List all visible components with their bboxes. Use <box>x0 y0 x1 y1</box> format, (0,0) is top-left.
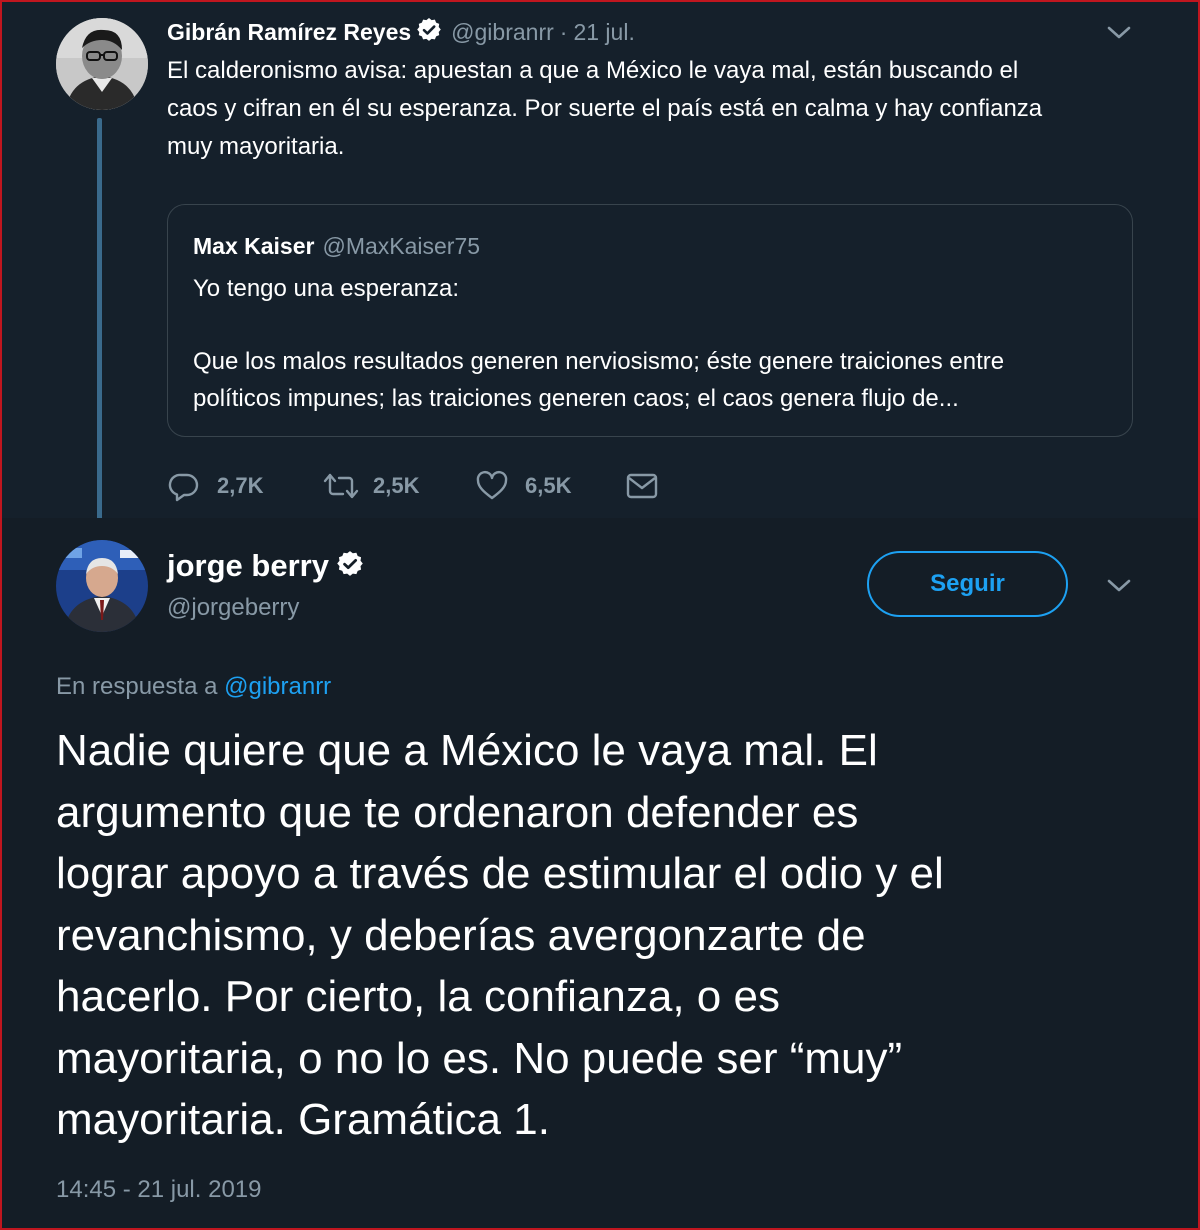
quoted-text-line: Yo tengo una esperanza: <box>193 275 460 302</box>
tweet-action-bar: 2,7K 2,5K 6,5K <box>167 464 659 508</box>
author-name[interactable]: Gibrán Ramírez Reyes <box>167 19 411 46</box>
thread-connector-line <box>97 118 102 530</box>
chevron-down-icon[interactable] <box>1106 577 1132 600</box>
retweet-icon <box>321 469 361 503</box>
tweet-text-line: caos y cifran en él su esperanza. Por su… <box>167 95 1043 122</box>
reply-icon <box>167 469 201 503</box>
tweet-text-line: revanchismo, y deberías avergonzarte de <box>56 911 866 960</box>
tweet-text-line: Nadie quiere que a México le vaya mal. E… <box>56 726 878 775</box>
reply-count: 2,7K <box>217 473 264 498</box>
quoted-tweet-header: Max Kaiser @MaxKaiser75 <box>193 233 480 260</box>
author-name[interactable]: jorge berry <box>167 548 329 584</box>
header-separator: · <box>559 18 568 45</box>
reply-to-link[interactable]: @gibranrr <box>224 673 331 700</box>
chevron-down-icon[interactable] <box>1106 24 1132 47</box>
parent-tweet-header: Gibrán Ramírez Reyes @gibranrr · 21 jul. <box>167 16 635 48</box>
tweet-text-line: muy mayoritaria. <box>167 133 345 160</box>
avatar-gibranrr[interactable] <box>56 18 148 110</box>
direct-message-button[interactable] <box>625 469 659 503</box>
avatar-photo <box>56 18 148 110</box>
author-handle[interactable]: @jorgeberry <box>167 594 299 622</box>
reply-button[interactable]: 2,7K <box>167 469 321 503</box>
reply-context: En respuesta a @gibranrr <box>56 673 331 701</box>
avatar-jorgeberry[interactable] <box>56 540 148 632</box>
reply-prefix: En respuesta a <box>56 673 218 700</box>
quoted-author-name: Max Kaiser <box>193 233 315 259</box>
tweet-text-line: argumento que te ordenaron defender es <box>56 788 859 837</box>
retweet-button[interactable]: 2,5K <box>321 469 475 503</box>
quoted-text-line: Que los malos resultados generen nervios… <box>193 348 1005 375</box>
heart-icon <box>475 469 509 503</box>
tweet-text-line: El calderonismo avisa: apuestan a que a … <box>167 57 1019 84</box>
tweet-text-line: hacerlo. Por cierto, la confianza, o es <box>56 972 780 1021</box>
quoted-author-handle: @MaxKaiser75 <box>322 233 481 259</box>
retweet-count: 2,5K <box>373 473 420 498</box>
tweet-text-line: mayoritaria. Gramática 1. <box>56 1095 550 1144</box>
author-handle[interactable]: @gibranrr <box>451 19 554 46</box>
quoted-text-line: políticos impunes; las traiciones genere… <box>193 385 959 412</box>
tweet-text-line: mayoritaria, o no lo es. No puede ser “m… <box>56 1034 903 1083</box>
like-count: 6,5K <box>525 473 572 498</box>
focal-author-row: jorge berry <box>167 548 363 584</box>
parent-tweet-text: El calderonismo avisa: apuestan a que a … <box>167 52 1157 166</box>
tweet-date[interactable]: 21 jul. <box>573 19 634 46</box>
tweet-text-line: lograr apoyo a través de estimular el od… <box>56 849 944 898</box>
follow-button[interactable]: Seguir <box>867 551 1068 617</box>
quoted-tweet-card[interactable]: Max Kaiser @MaxKaiser75 Yo tengo una espe… <box>167 204 1133 437</box>
tweet-thread-view: Gibrán Ramírez Reyes @gibranrr · 21 jul.… <box>2 2 1198 1228</box>
verified-badge-icon <box>337 550 363 582</box>
verified-badge-icon <box>417 17 441 47</box>
like-button[interactable]: 6,5K <box>475 469 625 503</box>
avatar-photo <box>56 540 148 632</box>
envelope-icon <box>625 469 659 503</box>
parent-tweet[interactable]: Gibrán Ramírez Reyes @gibranrr · 21 jul.… <box>2 2 1198 530</box>
tweet-timestamp[interactable]: 14:45 - 21 jul. 2019 <box>56 1176 262 1204</box>
